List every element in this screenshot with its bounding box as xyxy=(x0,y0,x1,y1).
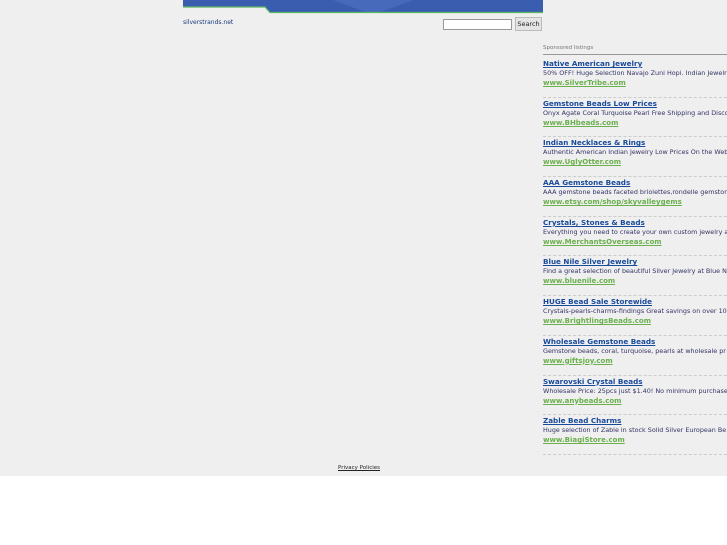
listing-title[interactable]: Crystals, Stones & Beads xyxy=(543,218,727,228)
listing-description: Onyx Agate Coral Turquoise Pearl Free Sh… xyxy=(543,108,727,117)
listing-title[interactable]: Indian Necklaces & Rings xyxy=(543,138,727,148)
listing-url[interactable]: www.etsy.com/shop/skyvalleygems xyxy=(543,197,727,207)
site-domain: silverstrands.net xyxy=(183,19,234,26)
page-background: silverstrands.net Search Sponsored listi… xyxy=(0,0,727,476)
listing-item: Native American Jewelry 50% OFF! Huge Sel… xyxy=(543,58,727,98)
header-banner xyxy=(183,0,543,15)
listing-title[interactable]: Swarovski Crystal Beads xyxy=(543,377,727,387)
listing-url[interactable]: www.giftsjoy.com xyxy=(543,356,727,366)
listing-item: Wholesale Gemstone Beads Gemstone beads, … xyxy=(543,336,727,376)
listing-url[interactable]: www.UglyOtter.com xyxy=(543,157,727,167)
sponsored-listings-label: Sponsored listings xyxy=(543,45,727,55)
listing-title[interactable]: AAA Gemstone Beads xyxy=(543,178,727,188)
listing-url[interactable]: www.BrightlingsBeads.com xyxy=(543,316,727,326)
listing-url[interactable]: www.BiagiStore.com xyxy=(543,435,727,445)
search-button[interactable]: Search xyxy=(515,17,542,31)
listing-title[interactable]: Native American Jewelry xyxy=(543,59,727,69)
listing-description: Authentic American Indian Jewelry Low Pr… xyxy=(543,148,727,157)
sponsored-listings: Native American Jewelry 50% OFF! Huge Sel… xyxy=(543,58,727,455)
listing-url[interactable]: www.BHbeads.com xyxy=(543,118,727,128)
search-input[interactable] xyxy=(443,19,512,30)
listing-description: Crystals-pearls-charms-findings Great sa… xyxy=(543,307,727,316)
listing-item: Gemstone Beads Low Prices Onyx Agate Cora… xyxy=(543,98,727,138)
listing-url[interactable]: www.anybeads.com xyxy=(543,396,727,406)
listing-url[interactable]: www.MerchantsOverseas.com xyxy=(543,237,727,247)
listing-description: Everything you need to create your own c… xyxy=(543,227,727,236)
listing-description: Wholesale Price: 25pcs just $1.40! No mi… xyxy=(543,386,727,395)
listing-description: Find a great selection of beautiful Silv… xyxy=(543,267,727,276)
listing-description: Gemstone beads, coral, turquoise, pearls… xyxy=(543,346,726,355)
listing-title[interactable]: HUGE Bead Sale Storewide xyxy=(543,297,727,307)
listing-item: HUGE Bead Sale Storewide Crystals-pearls-… xyxy=(543,296,727,336)
listing-item: Swarovski Crystal Beads Wholesale Price: … xyxy=(543,376,727,416)
listing-item: Indian Necklaces & Rings Authentic Americ… xyxy=(543,137,727,178)
listing-item: Zable Bead Charms Huge selection of Zable… xyxy=(543,415,727,455)
listing-description: Huge selection of Zable in stock Solid S… xyxy=(543,426,727,435)
listing-title[interactable]: Gemstone Beads Low Prices xyxy=(543,99,727,109)
listing-url[interactable]: www.bluenile.com xyxy=(543,276,727,286)
listing-url[interactable]: www.SilverTribe.com xyxy=(543,78,727,88)
listing-item: Blue Nile Silver Jewelry Find a great sel… xyxy=(543,256,727,297)
listing-title[interactable]: Wholesale Gemstone Beads xyxy=(543,337,727,347)
listing-item: Crystals, Stones & Beads Everything you n… xyxy=(543,217,727,257)
listing-description: 50% OFF! Huge Selection Navajo Zuni Hopi… xyxy=(543,69,727,77)
listing-description: AAA gemstone beads faceted briolettes,ro… xyxy=(543,188,727,197)
listing-title[interactable]: Blue Nile Silver Jewelry xyxy=(543,257,727,267)
listing-item: AAA Gemstone Beads AAA gemstone beads fac… xyxy=(543,177,727,217)
listing-title[interactable]: Zable Bead Charms xyxy=(543,416,727,426)
privacy-policies-link[interactable]: Privacy Policies xyxy=(338,465,380,471)
